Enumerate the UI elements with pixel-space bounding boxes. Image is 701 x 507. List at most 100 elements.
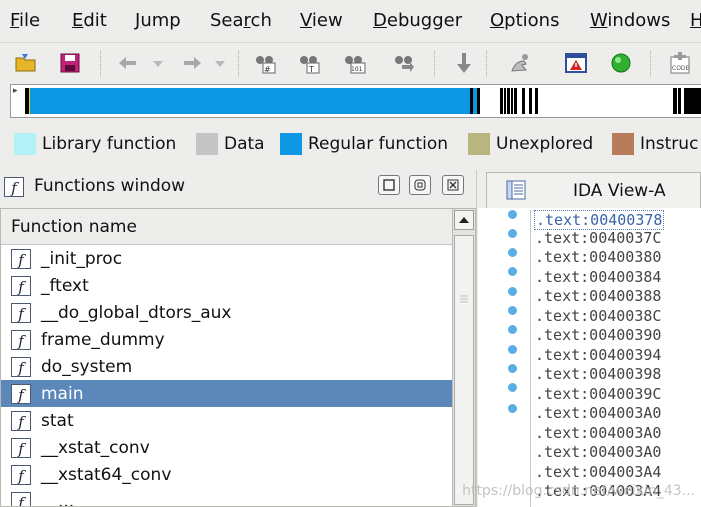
disassembly-view-icon [506,180,526,200]
binoculars-text-icon[interactable]: T [297,51,321,75]
breakpoint-dot-icon [508,404,517,413]
legend-label: Data [224,134,265,154]
function-row[interactable]: f __xstat64_conv [1,461,452,488]
forward-arrow-icon[interactable] [180,51,204,75]
function-row[interactable]: f frame_dummy [1,326,452,353]
function-name: main [41,383,84,404]
function-icon: f [11,437,31,458]
legend-regular-function: Regular function [280,133,448,155]
function-row[interactable]: f __do_global_dtors_aux [1,299,452,326]
legend-instruction: Instruc [612,133,698,155]
code-line[interactable]: .text:0040038C [535,307,661,325]
scroll-up-button[interactable] [454,210,474,230]
jump-down-arrow-icon[interactable] [452,51,476,75]
legend-label: Unexplored [496,134,594,154]
code-line[interactable]: .text:00400378 [534,210,665,230]
menu-search[interactable]: Search [210,10,272,31]
code-line[interactable]: .text:004003A0 [535,404,661,422]
navigation-band[interactable] [10,84,701,118]
ida-view-title: IDA View-A [573,181,666,201]
legend-label: Library function [42,134,177,154]
menu-file[interactable]: File [10,10,40,31]
code-column: .text:00400378 .text:0040037C .text:0040… [530,210,701,507]
binoculars-next-icon[interactable] [392,51,416,75]
toolbar-separator [238,51,241,77]
binoculars-hex-icon[interactable]: # [253,51,277,75]
close-window-button[interactable] [442,175,464,195]
function-row[interactable]: f _init_proc [1,245,452,272]
code-line[interactable]: .text:0040039C [535,385,661,403]
code-line[interactable]: .text:004003A0 [535,424,661,442]
function-name: __xstat_conv [41,437,150,458]
legend-swatch [280,133,302,155]
legend-swatch [196,133,218,155]
function-icon: f [11,383,31,404]
function-icon: f [11,464,31,485]
function-name: _ftext [41,275,89,296]
menu-debugger[interactable]: Debugger [373,10,462,31]
breakpoint-dot-icon [508,210,517,219]
binoculars-binary-icon[interactable]: 101 [342,51,366,75]
open-folder-icon[interactable] [14,51,38,75]
code-line[interactable]: .text:00400394 [535,346,661,364]
menu-edit[interactable]: Edit [72,10,107,31]
grip-icon [460,295,468,303]
function-row[interactable]: f stat [1,407,452,434]
column-header-function-name[interactable]: Function name [1,209,452,245]
breakpoint-dot-icon [508,267,517,276]
save-icon[interactable] [58,51,82,75]
menu-options[interactable]: Options [490,10,559,31]
function-name: frame_dummy [41,329,165,350]
functions-list[interactable]: Function name f _init_proc f _ftext f __… [0,208,452,507]
toolbar: # T 101 CODE [0,42,701,85]
function-row[interactable]: f _ftext [1,272,452,299]
menu-view[interactable]: View [300,10,343,31]
function-row-selected[interactable]: f main [1,380,452,407]
functions-window: f Functions window Function name f _init… [0,170,477,507]
breakpoint-dot-icon [508,229,517,238]
maximize-window-button[interactable] [378,175,400,195]
debugger-hand-icon[interactable] [508,51,532,75]
legend-label: Regular function [308,134,449,154]
code-line[interactable]: .text:00400384 [535,268,661,286]
nav-arrow-marker: ▸ [13,86,18,96]
tab-ida-view-a[interactable]: IDA View-A [486,172,701,208]
menu-help[interactable]: H [690,10,701,31]
function-name: __do_global_dtors_aux [41,302,232,323]
toolbar-separator [434,51,437,77]
chevron-up-icon [459,217,469,223]
code-line[interactable]: .text:0040037C [535,229,661,247]
maximize-icon [383,179,395,191]
back-arrow-icon[interactable] [116,51,140,75]
breakpoint-dot-icon [508,383,517,392]
ida-view-pane: IDA View-A .text:00400378 .text:0040037C… [478,170,701,507]
function-icon: f [11,356,31,377]
menu-jump[interactable]: Jump [135,10,181,31]
code-icon[interactable]: CODE [668,51,692,75]
code-line[interactable]: .text:00400388 [535,287,661,305]
functions-scrollbar[interactable] [452,208,476,507]
scroll-thumb[interactable] [454,235,474,505]
function-row[interactable]: f __... [1,488,452,506]
menu-windows[interactable]: Windows [590,10,670,31]
disassembly-listing[interactable]: .text:00400378 .text:0040037C .text:0040… [478,208,701,507]
toolbar-separator [100,51,103,77]
run-green-icon[interactable] [609,51,633,75]
function-name: __xstat64_conv [41,464,172,485]
function-icon: f [4,177,24,197]
svg-text:T: T [308,65,314,74]
code-line[interactable]: .text:004003A0 [535,443,661,461]
forward-dropdown-icon[interactable] [208,51,232,75]
warning-window-icon[interactable] [564,51,588,75]
code-line[interactable]: .text:00400380 [535,248,661,266]
back-dropdown-icon[interactable] [146,51,170,75]
code-line[interactable]: .text:004003A4 [535,463,661,481]
function-row[interactable]: f do_system [1,353,452,380]
code-line[interactable]: .text:00400398 [535,365,661,383]
function-icon: f [11,275,31,296]
code-line[interactable]: .text:00400390 [535,326,661,344]
float-window-button[interactable] [409,175,431,195]
function-row[interactable]: f __xstat_conv [1,434,452,461]
function-icon: f [11,248,31,269]
breakpoint-dot-icon [508,345,517,354]
